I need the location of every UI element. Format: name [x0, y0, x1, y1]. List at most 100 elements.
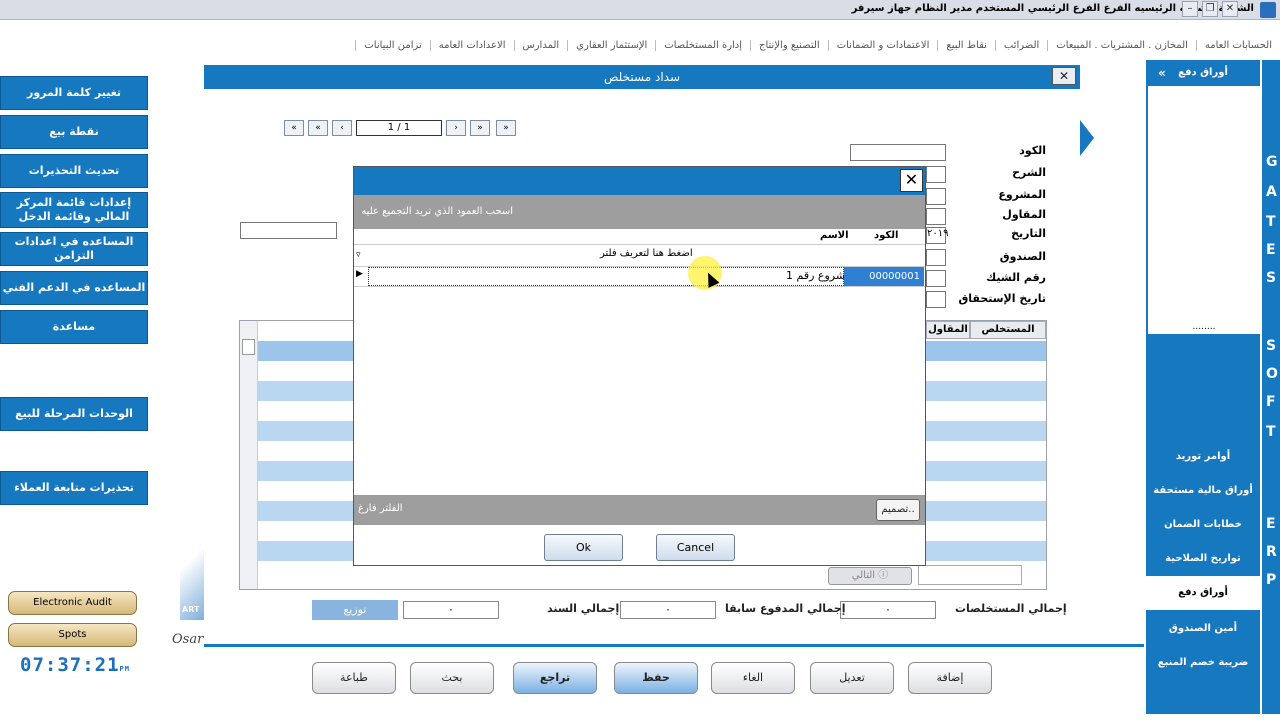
- doc-total-label: إجمالي السند: [547, 602, 620, 615]
- filter-status: الفلتر فارغ: [358, 503, 403, 514]
- ok-button[interactable]: Ok: [544, 534, 623, 561]
- add-button[interactable]: إضافة: [908, 662, 992, 694]
- menu-item[interactable]: تزامن البيانات: [355, 40, 429, 51]
- due-date-input[interactable]: [926, 291, 946, 308]
- project-input[interactable]: [926, 188, 946, 205]
- menu-item[interactable]: إدارة المستخلصات: [655, 40, 750, 51]
- minimize-icon[interactable]: –: [1182, 1, 1198, 17]
- check-number-input[interactable]: [926, 270, 946, 287]
- code-input[interactable]: [850, 144, 946, 161]
- clock: 07:37:21PM: [20, 654, 130, 676]
- form-title: سداد مستخلص: [603, 70, 681, 84]
- clock-time: 07:37:21: [20, 654, 120, 676]
- prev-record-icon[interactable]: ‹: [332, 120, 352, 136]
- column-header-extract[interactable]: المستخلص: [970, 321, 1046, 339]
- next-page-icon[interactable]: »: [470, 120, 490, 136]
- menu-item[interactable]: الضرائب: [994, 40, 1047, 51]
- next-button[interactable]: التالي ⓘ: [828, 567, 912, 585]
- menu-item[interactable]: التصنيع والإنتاج: [750, 40, 828, 51]
- search-button[interactable]: بحث: [410, 662, 494, 694]
- right-item-supply-orders[interactable]: أوامر توريد: [1146, 440, 1260, 474]
- scroll-thumb[interactable]: [242, 339, 255, 355]
- brand-letter: A: [1266, 184, 1277, 200]
- dialog-column-headers: الكود الاسم: [354, 229, 925, 245]
- column-header-name[interactable]: الاسم: [820, 230, 849, 241]
- brand-strip: G A T E S S O F T E R P: [1262, 60, 1280, 714]
- brand-letter: T: [1266, 424, 1276, 440]
- group-by-panel[interactable]: اسحب العمود الذي تريد التجميع عليه: [354, 195, 925, 229]
- cancel-button[interactable]: Cancel: [656, 534, 735, 561]
- last-record-icon[interactable]: »: [496, 120, 516, 136]
- customize-button[interactable]: تصميم..: [876, 499, 920, 521]
- menu-item[interactable]: المخازن . المشتريات . المبيعات: [1047, 40, 1196, 51]
- edit-button[interactable]: تعديل: [810, 662, 894, 694]
- contractor-input[interactable]: [926, 208, 946, 225]
- right-panel-header[interactable]: » أوراق دفع: [1146, 60, 1260, 86]
- next-record-icon[interactable]: ›: [446, 120, 466, 136]
- next-field[interactable]: [918, 565, 1022, 585]
- sync-help-button[interactable]: المساعده في اعدادات التزامن: [0, 232, 148, 266]
- restore-icon[interactable]: ❐: [1202, 1, 1218, 17]
- change-password-button[interactable]: تغيير كلمة المرور: [0, 76, 148, 110]
- menu-item[interactable]: الإستثمار العقاري: [567, 40, 655, 51]
- brand-letter: S: [1266, 270, 1277, 286]
- form-close-icon[interactable]: ✕: [1052, 67, 1076, 85]
- right-item-withholding-tax[interactable]: ضريبة خصم المنبع: [1146, 646, 1260, 680]
- grid-scrollbar[interactable]: [240, 321, 258, 589]
- brand-letter: P: [1266, 572, 1277, 588]
- record-position: 1 / 1: [356, 120, 442, 136]
- point-of-sale-button[interactable]: نقطة بيع: [0, 115, 148, 149]
- prev-paid-total-label: إجمالي المدفوع سابقا: [725, 602, 846, 615]
- column-header-code[interactable]: الكود: [874, 230, 898, 241]
- menu-item[interactable]: الحسابات العامه: [1195, 40, 1280, 51]
- financial-statements-settings-button[interactable]: إعدادات قائمة المركز المالي وقائمة الدخل: [0, 192, 148, 228]
- distribute-button[interactable]: توزيع: [312, 600, 398, 620]
- right-item-due-securities[interactable]: أوراق مالية مستحقة: [1146, 474, 1260, 508]
- description-label: الشرح: [1012, 166, 1046, 179]
- collapse-icon[interactable]: »: [1158, 60, 1166, 86]
- prev-page-icon[interactable]: «: [308, 120, 328, 136]
- description-input[interactable]: [926, 166, 946, 183]
- close-icon[interactable]: ✕: [1222, 1, 1238, 17]
- right-item-expiry-dates[interactable]: تواريخ الصلاحية: [1146, 542, 1260, 576]
- right-panel-content: ........: [1148, 86, 1260, 334]
- fund-label: الصندوق: [999, 250, 1046, 263]
- side-input[interactable]: [240, 222, 337, 239]
- date-input[interactable]: ٢٠١٩: [926, 227, 948, 244]
- customer-warnings-button[interactable]: تحذيرات متابعة العملاء: [0, 471, 148, 505]
- right-item-cashier[interactable]: أمين الصندوق: [1146, 612, 1260, 646]
- spots-button[interactable]: Spots: [8, 623, 137, 647]
- right-panel-title: أوراق دفع: [1178, 67, 1228, 78]
- filter-hint: اضغط هنا لتعريف فلتر: [600, 248, 693, 259]
- menu-item[interactable]: الاعدادات العامه: [429, 40, 514, 51]
- code-label: الكود: [1019, 144, 1046, 157]
- column-header-contractor[interactable]: المقاول: [926, 321, 970, 339]
- help-button[interactable]: مساعدة: [0, 310, 148, 344]
- right-item-payment-papers[interactable]: أوراق دفع: [1146, 576, 1260, 610]
- undo-button[interactable]: تراجع: [513, 662, 597, 694]
- clock-suffix: PM: [119, 665, 130, 673]
- menu-item[interactable]: المدارس: [513, 40, 568, 51]
- project-label: المشروع: [998, 188, 1046, 201]
- support-help-button[interactable]: المساعده في الدعم الفني: [0, 271, 148, 305]
- first-record-icon[interactable]: «: [284, 120, 304, 136]
- table-row[interactable]: ▶ مشروع رقم 1 00000001: [354, 267, 925, 287]
- fund-input[interactable]: [926, 249, 946, 266]
- menu-item[interactable]: الاعتمادات و الضمانات: [827, 40, 938, 51]
- osar-logo: Osar: [172, 632, 204, 647]
- filter-icon[interactable]: ▿: [356, 250, 361, 260]
- doc-total-value: ٠: [403, 601, 499, 619]
- brand-letter: S: [1266, 338, 1277, 354]
- print-button[interactable]: طباعة: [312, 662, 396, 694]
- save-button[interactable]: حفظ: [614, 662, 698, 694]
- right-item-guarantee-letters[interactable]: خطابات الضمان: [1146, 508, 1260, 542]
- electronic-audit-button[interactable]: Electronic Audit: [8, 591, 137, 615]
- cancel-record-button[interactable]: الغاء: [711, 662, 795, 694]
- refresh-warnings-button[interactable]: تحديث التحذيرات: [0, 154, 148, 188]
- filter-row[interactable]: ▿ اضغط هنا لتعريف فلتر: [354, 245, 925, 267]
- posted-units-button[interactable]: الوحدات المرحلة للبيع: [0, 397, 148, 431]
- menu-item[interactable]: نقاط البيع: [937, 40, 995, 51]
- contractor-label: المقاول: [1002, 208, 1046, 221]
- dialog-close-icon[interactable]: ✕: [900, 169, 923, 192]
- brand-letter: F: [1266, 394, 1276, 410]
